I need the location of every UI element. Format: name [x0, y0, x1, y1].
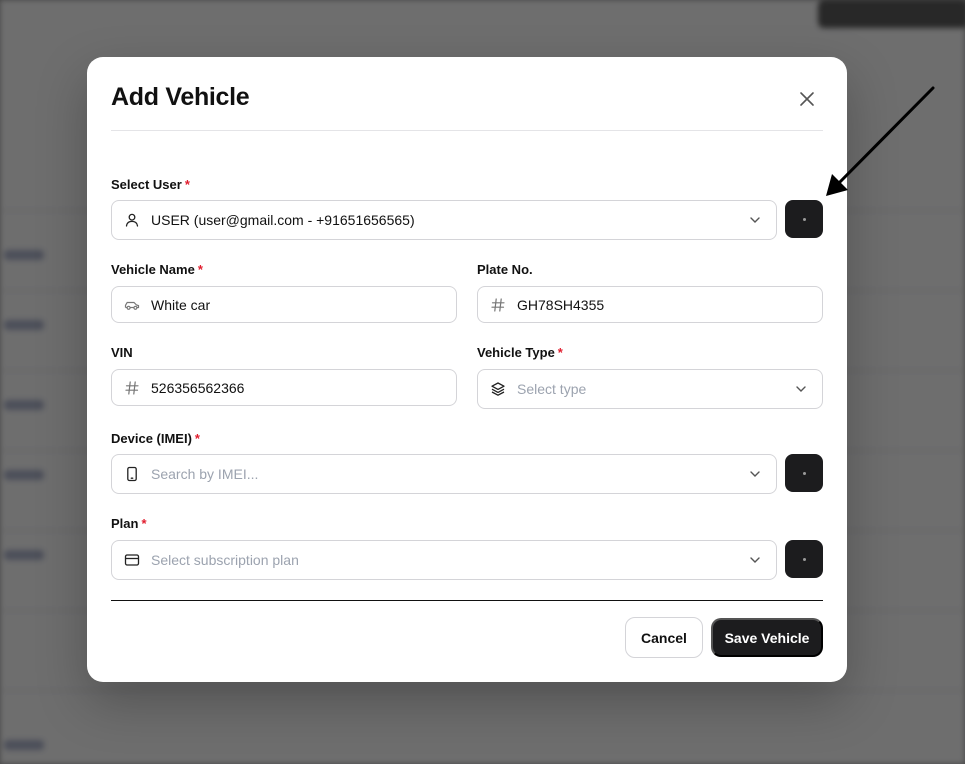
close-icon [800, 92, 814, 106]
smartphone-icon [124, 466, 140, 482]
chevron-down-icon [748, 467, 762, 481]
dot-icon [802, 217, 806, 221]
vehicle-type-placeholder: Select type [517, 381, 587, 397]
add-plan-button[interactable] [785, 540, 823, 578]
vehicle-name-input[interactable]: White car [111, 286, 457, 323]
save-vehicle-button[interactable]: Save Vehicle [711, 618, 823, 657]
hash-icon [490, 297, 506, 313]
select-user-value: USER (user@gmail.com - +91651656565) [151, 212, 415, 228]
add-vehicle-dialog: Add Vehicle Select User * USER (user@gmai… [87, 57, 847, 682]
device-imei-placeholder: Search by IMEI... [151, 466, 259, 482]
footer-divider [111, 600, 823, 601]
credit-card-icon [124, 552, 140, 568]
select-user-label: Select User * [111, 177, 190, 192]
plate-no-value: GH78SH4355 [517, 296, 605, 313]
select-user-dropdown[interactable]: USER (user@gmail.com - +91651656565) [111, 200, 777, 240]
plan-label: Plan * [111, 516, 147, 531]
dot-icon [802, 557, 806, 561]
plate-no-label: Plate No. [477, 262, 533, 277]
vehicle-name-value: White car [151, 296, 211, 313]
dialog-title: Add Vehicle [111, 83, 250, 111]
plan-placeholder: Select subscription plan [151, 552, 299, 568]
add-user-button[interactable] [785, 200, 823, 238]
vehicle-name-label: Vehicle Name * [111, 262, 203, 277]
hash-icon [124, 380, 140, 396]
plan-dropdown[interactable]: Select subscription plan [111, 540, 777, 580]
add-device-button[interactable] [785, 454, 823, 492]
chevron-down-icon [748, 213, 762, 227]
vin-input[interactable]: 526356562366 [111, 369, 457, 406]
vehicle-type-dropdown[interactable]: Select type [477, 369, 823, 409]
chevron-down-icon [748, 553, 762, 567]
device-imei-dropdown[interactable]: Search by IMEI... [111, 454, 777, 494]
annotation-arrow [826, 86, 935, 196]
vin-value: 526356562366 [151, 379, 245, 396]
dot-icon [802, 471, 806, 475]
close-button[interactable] [795, 87, 819, 111]
header-divider [111, 130, 823, 131]
car-icon [124, 297, 140, 313]
chevron-down-icon [794, 382, 808, 396]
plate-no-input[interactable]: GH78SH4355 [477, 286, 823, 323]
user-icon [124, 212, 140, 228]
device-imei-label: Device (IMEI) * [111, 431, 200, 446]
cancel-button[interactable]: Cancel [625, 617, 703, 658]
vehicle-type-label: Vehicle Type * [477, 345, 563, 360]
vin-label: VIN [111, 345, 133, 360]
layers-icon [490, 381, 506, 397]
